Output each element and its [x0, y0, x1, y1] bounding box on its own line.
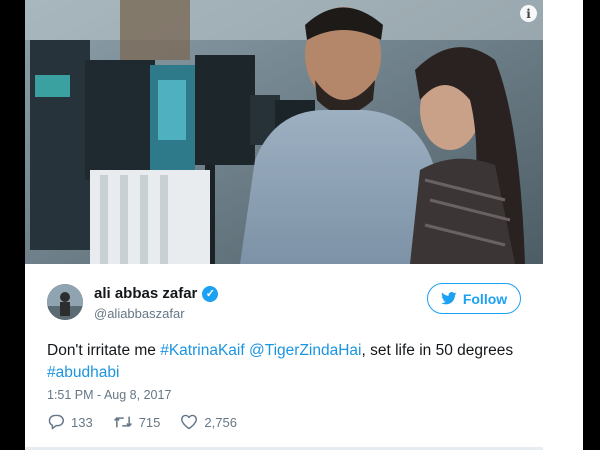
tweet-link[interactable]: #KatrinaKaif — [160, 342, 244, 359]
reply-action[interactable]: 133 — [47, 414, 93, 430]
info-icon[interactable]: i — [520, 5, 537, 22]
author-name-row[interactable]: ali abbas zafar ✓ — [94, 285, 219, 302]
avatar[interactable] — [47, 284, 83, 320]
reply-count: 133 — [71, 414, 93, 430]
retweet-icon — [113, 416, 132, 428]
tweet-link[interactable]: @TigerZindaHai — [249, 342, 362, 359]
retweet-action[interactable]: 715 — [113, 414, 161, 430]
author-handle[interactable]: @aliabbaszafar — [94, 306, 185, 321]
heart-icon — [181, 414, 198, 430]
like-action[interactable]: 2,756 — [180, 414, 237, 430]
tweet-text-segment: , set life in 50 degrees — [361, 342, 514, 359]
photo-illustration — [25, 0, 543, 264]
tweet-text-segment: Don't irritate me — [47, 342, 161, 359]
tweet-card: i ali abbas zafar ✓ @aliabbaszafar Follo… — [25, 0, 543, 450]
right-frame — [583, 0, 600, 450]
follow-button[interactable]: Follow — [427, 283, 521, 314]
like-count: 2,756 — [204, 414, 237, 430]
avatar-image — [47, 284, 83, 320]
twitter-bird-icon — [440, 292, 457, 305]
author-name[interactable]: ali abbas zafar — [94, 285, 197, 302]
retweet-count: 715 — [138, 414, 161, 430]
tweet-photo[interactable]: i — [25, 0, 543, 264]
left-frame — [0, 0, 25, 450]
tweet-timestamp[interactable]: 1:51 PM - Aug 8, 2017 — [47, 388, 171, 402]
tweet-link[interactable]: #abudhabi — [47, 364, 119, 381]
tweet-actions: 133 715 2,756 — [47, 414, 237, 430]
tweet-text: Don't irritate me #KatrinaKaif @TigerZin… — [47, 340, 517, 384]
follow-label: Follow — [462, 290, 508, 307]
verified-badge-icon: ✓ — [202, 285, 219, 302]
reply-icon — [48, 414, 64, 430]
right-margin — [543, 0, 583, 450]
